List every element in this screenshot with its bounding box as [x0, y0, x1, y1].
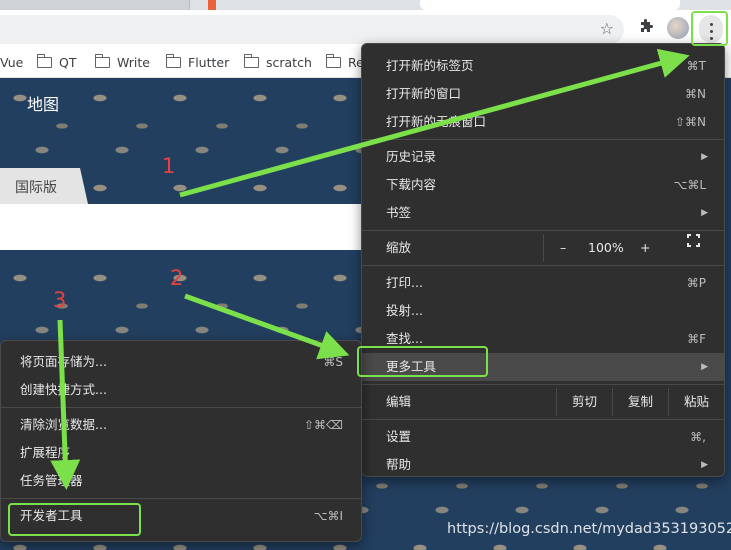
- page-title: 地图: [27, 95, 60, 114]
- folder-icon: [36, 54, 52, 68]
- chevron-right-icon: ▶: [701, 362, 708, 372]
- chrome-main-menu: 打开新的标签页 ⌘T 打开新的窗口 ⌘N 打开新的无痕窗口 ⇧⌘N 历史记录 ▶ 下载内…: [361, 43, 725, 477]
- tab-strip: [0, 0, 731, 10]
- menu-downloads[interactable]: 下载内容 ⌥⌘L: [362, 171, 724, 199]
- menu-more-tools[interactable]: 更多工具 ▶: [362, 353, 724, 381]
- folder-icon: [325, 54, 341, 68]
- menu-find[interactable]: 查找... ⌘F: [362, 325, 724, 353]
- menu-new-tab[interactable]: 打开新的标签页 ⌘T: [362, 52, 724, 80]
- menu-edit: 编辑 剪切 复制 粘贴: [362, 388, 724, 416]
- separator: [362, 230, 724, 231]
- separator: [362, 139, 724, 140]
- bookmark-vue[interactable]: Vue: [0, 54, 23, 72]
- chevron-right-icon: ▶: [701, 208, 708, 218]
- menu-zoom: 缩放 – 100% +: [362, 234, 724, 262]
- zoom-out-button[interactable]: –: [560, 234, 566, 262]
- separator: [362, 265, 724, 266]
- folder-icon: [165, 54, 181, 68]
- menu-bookmarks[interactable]: 书签 ▶: [362, 199, 724, 227]
- address-bar[interactable]: ☆: [0, 15, 624, 44]
- menu-history[interactable]: 历史记录 ▶: [362, 143, 724, 171]
- bookmark-flutter[interactable]: Flutter: [165, 54, 229, 72]
- menu-print[interactable]: 打印... ⌘P: [362, 269, 724, 297]
- menu-help[interactable]: 帮助 ▶: [362, 451, 724, 479]
- menu-task-manager[interactable]: 任务管理器: [1, 467, 361, 495]
- bookmark-re[interactable]: Re: [325, 54, 364, 72]
- folder-icon: [243, 54, 259, 68]
- content-panel: [0, 204, 365, 250]
- copy-button[interactable]: 复制: [612, 388, 668, 416]
- separator: [362, 384, 724, 385]
- separator: [1, 407, 361, 408]
- tab-international[interactable]: 国际版: [0, 168, 88, 204]
- watermark: https://blog.csdn.net/mydad353193052: [447, 521, 731, 537]
- chevron-right-icon: ▶: [701, 152, 708, 162]
- zoom-level: 100%: [588, 240, 624, 255]
- menu-settings[interactable]: 设置 ⌘,: [362, 423, 724, 451]
- separator: [1, 498, 361, 499]
- bookmark-write[interactable]: Write: [94, 54, 150, 72]
- menu-cast[interactable]: 投射...: [362, 297, 724, 325]
- menu-extensions[interactable]: 扩展程序: [1, 439, 361, 467]
- folder-icon: [94, 54, 110, 68]
- menu-save-page[interactable]: 将页面存储为... ⌘S: [1, 348, 361, 376]
- menu-incognito[interactable]: 打开新的无痕窗口 ⇧⌘N: [362, 108, 724, 136]
- zoom-in-button[interactable]: +: [640, 234, 650, 262]
- chevron-right-icon: ▶: [701, 460, 708, 470]
- profile-avatar[interactable]: [667, 17, 689, 39]
- bookmark-qt[interactable]: QT: [36, 54, 76, 72]
- menu-dev-tools[interactable]: 开发者工具 ⌥⌘I: [1, 502, 361, 530]
- paste-button[interactable]: 粘贴: [668, 388, 724, 416]
- fullscreen-icon[interactable]: [687, 234, 700, 247]
- cut-button[interactable]: 剪切: [556, 388, 612, 416]
- menu-clear-data[interactable]: 清除浏览数据... ⇧⌘⌫: [1, 411, 361, 439]
- separator: [362, 419, 724, 420]
- more-tools-submenu: 将页面存储为... ⌘S 创建快捷方式... 清除浏览数据... ⇧⌘⌫ 扩展程序 …: [0, 340, 362, 542]
- star-icon[interactable]: ☆: [600, 19, 614, 38]
- extensions-puzzle-icon[interactable]: [638, 19, 654, 35]
- menu-new-window[interactable]: 打开新的窗口 ⌘N: [362, 80, 724, 108]
- menu-create-shortcut[interactable]: 创建快捷方式...: [1, 376, 361, 404]
- bookmark-scratch[interactable]: scratch: [243, 54, 312, 72]
- tab-active[interactable]: [420, 0, 680, 10]
- tab[interactable]: [0, 0, 190, 10]
- tab-favicon: [208, 0, 216, 10]
- kebab-menu-icon[interactable]: [699, 15, 723, 43]
- tab-label: 国际版: [15, 180, 57, 196]
